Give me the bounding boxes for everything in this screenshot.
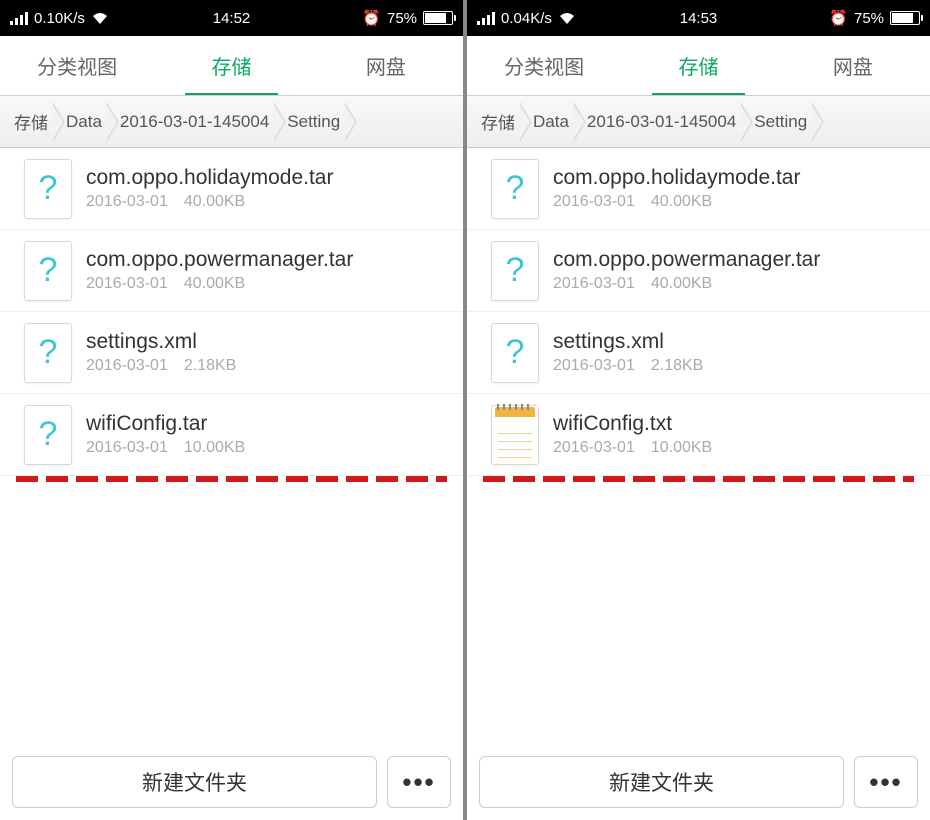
bottom-bar: 新建文件夹 ••• — [0, 744, 463, 820]
file-item[interactable]: com.oppo.powermanager.tar 2016-03-01 40.0… — [0, 230, 463, 312]
file-date: 2016-03-01 — [553, 193, 635, 211]
file-list: com.oppo.holidaymode.tar 2016-03-01 40.00… — [467, 148, 930, 744]
new-folder-button[interactable]: 新建文件夹 — [12, 756, 377, 808]
file-size: 40.00KB — [184, 275, 245, 293]
file-date: 2016-03-01 — [553, 439, 635, 457]
tab-storage[interactable]: 存储 — [621, 36, 775, 95]
file-name: com.oppo.holidaymode.tar — [553, 166, 918, 190]
file-date: 2016-03-01 — [553, 357, 635, 375]
file-size: 40.00KB — [651, 275, 712, 293]
highlight-annotation — [483, 476, 914, 482]
tabs: 分类视图 存储 网盘 — [467, 36, 930, 96]
file-name: com.oppo.holidaymode.tar — [86, 166, 451, 190]
file-size: 10.00KB — [651, 439, 712, 457]
file-list: com.oppo.holidaymode.tar 2016-03-01 40.00… — [0, 148, 463, 744]
status-bar: 0.04K/s 14:53 ⏰ 75% — [467, 0, 930, 36]
battery-percent: 75% — [387, 10, 417, 27]
file-name: com.oppo.powermanager.tar — [86, 248, 451, 272]
file-size: 40.00KB — [651, 193, 712, 211]
file-name: wifiConfig.tar — [86, 412, 451, 436]
file-unknown-icon — [24, 405, 72, 465]
file-unknown-icon — [24, 323, 72, 383]
alarm-icon: ⏰ — [829, 9, 848, 27]
wifi-icon — [558, 11, 576, 25]
crumb-setting[interactable]: Setting — [277, 96, 348, 147]
file-date: 2016-03-01 — [553, 275, 635, 293]
alarm-icon: ⏰ — [362, 9, 381, 27]
wifi-icon — [91, 11, 109, 25]
file-item[interactable]: wifiConfig.txt 2016-03-01 10.00KB — [467, 394, 930, 476]
file-item[interactable]: com.oppo.holidaymode.tar 2016-03-01 40.00… — [0, 148, 463, 230]
file-size: 40.00KB — [184, 193, 245, 211]
file-name: settings.xml — [86, 330, 451, 354]
tab-cloud[interactable]: 网盘 — [776, 36, 930, 95]
file-item[interactable]: com.oppo.powermanager.tar 2016-03-01 40.0… — [467, 230, 930, 312]
file-item[interactable]: com.oppo.holidaymode.tar 2016-03-01 40.00… — [467, 148, 930, 230]
status-time: 14:52 — [213, 10, 251, 27]
tab-storage[interactable]: 存储 — [154, 36, 308, 95]
breadcrumb: 存储 Data 2016-03-01-145004 Setting — [467, 96, 930, 148]
status-bar: 0.10K/s 14:52 ⏰ 75% — [0, 0, 463, 36]
status-time: 14:53 — [680, 10, 718, 27]
new-folder-button[interactable]: 新建文件夹 — [479, 756, 844, 808]
battery-icon — [423, 11, 453, 25]
file-unknown-icon — [491, 159, 539, 219]
more-button[interactable]: ••• — [387, 756, 451, 808]
bottom-bar: 新建文件夹 ••• — [467, 744, 930, 820]
tab-category[interactable]: 分类视图 — [467, 36, 621, 95]
battery-percent: 75% — [854, 10, 884, 27]
file-date: 2016-03-01 — [86, 439, 168, 457]
phone-screen-right: 0.04K/s 14:53 ⏰ 75% 分类视图 存储 网盘 存储 Data 2… — [467, 0, 930, 820]
file-date: 2016-03-01 — [86, 193, 168, 211]
crumb-setting[interactable]: Setting — [744, 96, 815, 147]
tab-category[interactable]: 分类视图 — [0, 36, 154, 95]
file-item[interactable]: settings.xml 2016-03-01 2.18KB — [0, 312, 463, 394]
crumb-date[interactable]: 2016-03-01-145004 — [577, 96, 744, 147]
network-speed: 0.04K/s — [501, 10, 552, 27]
breadcrumb: 存储 Data 2016-03-01-145004 Setting — [0, 96, 463, 148]
file-note-icon — [491, 405, 539, 465]
file-unknown-icon — [491, 323, 539, 383]
file-name: com.oppo.powermanager.tar — [553, 248, 918, 272]
crumb-storage[interactable]: 存储 — [4, 96, 56, 147]
crumb-storage[interactable]: 存储 — [471, 96, 523, 147]
signal-icon — [10, 11, 28, 25]
phone-screen-left: 0.10K/s 14:52 ⏰ 75% 分类视图 存储 网盘 存储 Data 2… — [0, 0, 463, 820]
crumb-date[interactable]: 2016-03-01-145004 — [110, 96, 277, 147]
file-item[interactable]: settings.xml 2016-03-01 2.18KB — [467, 312, 930, 394]
file-size: 2.18KB — [651, 357, 703, 375]
file-size: 2.18KB — [184, 357, 236, 375]
highlight-annotation — [16, 476, 447, 482]
battery-icon — [890, 11, 920, 25]
file-name: wifiConfig.txt — [553, 412, 918, 436]
signal-icon — [477, 11, 495, 25]
file-date: 2016-03-01 — [86, 357, 168, 375]
tab-cloud[interactable]: 网盘 — [309, 36, 463, 95]
file-size: 10.00KB — [184, 439, 245, 457]
file-unknown-icon — [491, 241, 539, 301]
file-date: 2016-03-01 — [86, 275, 168, 293]
more-button[interactable]: ••• — [854, 756, 918, 808]
file-name: settings.xml — [553, 330, 918, 354]
tabs: 分类视图 存储 网盘 — [0, 36, 463, 96]
file-unknown-icon — [24, 241, 72, 301]
network-speed: 0.10K/s — [34, 10, 85, 27]
file-item[interactable]: wifiConfig.tar 2016-03-01 10.00KB — [0, 394, 463, 476]
file-unknown-icon — [24, 159, 72, 219]
